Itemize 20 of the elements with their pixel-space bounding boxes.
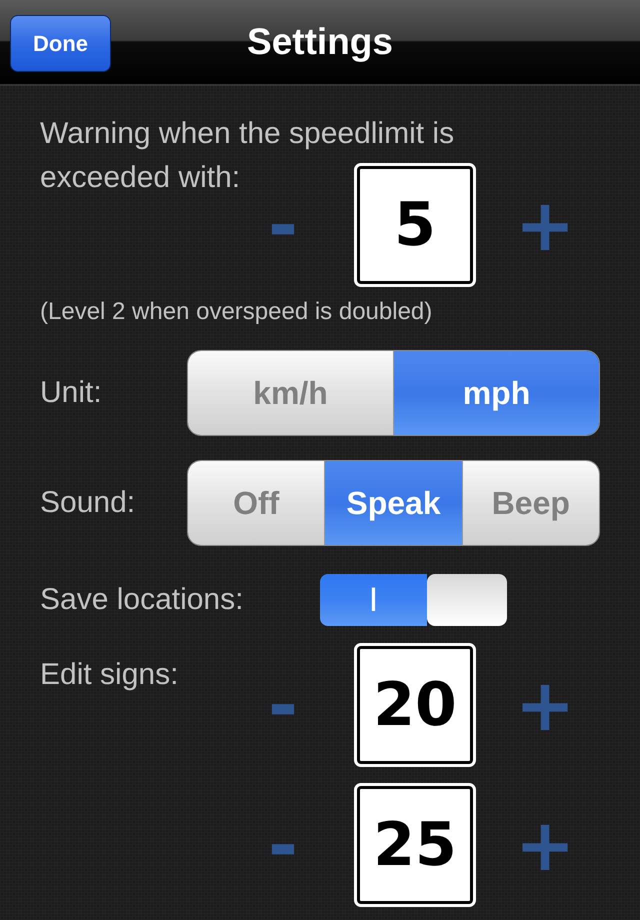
unit-option[interactable]: mph [394,351,599,435]
increase-button[interactable]: + [513,809,577,881]
unit-option[interactable]: km/h [188,351,394,435]
increase-button[interactable]: + [513,669,577,741]
sound-label: Sound: [40,486,136,520]
sound-option[interactable]: Off [188,461,326,545]
level-note: (Level 2 when overspeed is doubled) [40,298,434,326]
unit-label: Unit: [40,376,103,410]
save-locations-label: Save locations: [40,583,244,617]
increase-button[interactable]: + [513,189,577,261]
speed-limit-sign: 25 [357,786,473,904]
decrease-button[interactable]: - [253,809,313,881]
speed-limit-sign: 20 [357,646,473,764]
decrease-button[interactable]: - [253,669,313,741]
edit-signs-label: Edit signs: [40,658,180,693]
done-button[interactable]: Done [10,15,111,72]
screen-title: Settings [247,21,393,63]
sound-option[interactable]: Beep [462,461,599,545]
speed-value-sign: 5 [357,166,473,284]
sound-option[interactable]: Speak [325,461,463,545]
